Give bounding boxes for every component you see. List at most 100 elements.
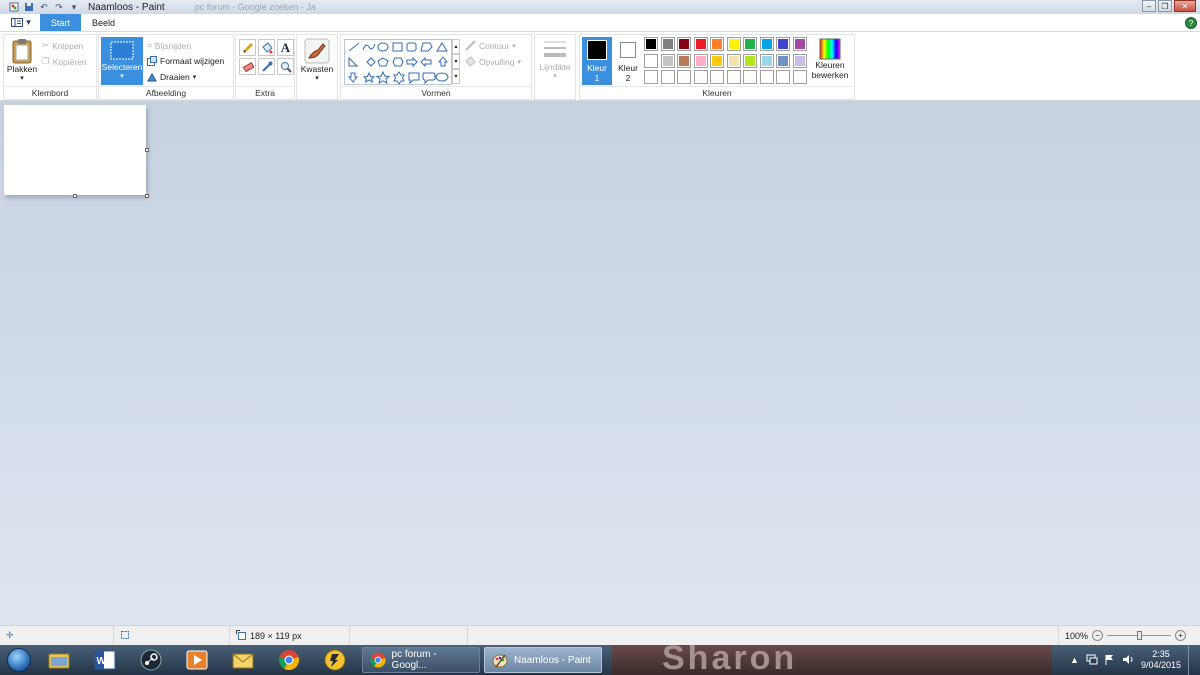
pinned-chrome[interactable] <box>266 646 312 674</box>
redo-icon[interactable]: ↷ <box>53 2 65 13</box>
minimize-button[interactable]: – <box>1142 0 1156 12</box>
canvas-workspace[interactable] <box>0 101 1200 625</box>
paint-icon <box>492 654 508 668</box>
flag-icon[interactable] <box>1105 654 1115 667</box>
palette-swatch[interactable] <box>726 53 741 68</box>
resize-handle-corner[interactable] <box>145 194 149 198</box>
scroll-down-icon[interactable]: ▾ <box>452 54 460 69</box>
edit-colors-label-line2: bewerken <box>811 70 849 80</box>
paste-button[interactable]: Plakken ▾ <box>6 38 38 82</box>
palette-swatch[interactable] <box>660 70 675 84</box>
start-button[interactable] <box>2 646 36 674</box>
volume-icon[interactable] <box>1122 654 1134 667</box>
resize-handle-right[interactable] <box>145 148 149 152</box>
color1-button[interactable]: Kleur 1 <box>582 37 612 85</box>
palette-swatch[interactable] <box>759 70 774 84</box>
tab-start[interactable]: Start <box>40 14 82 31</box>
palette-swatch[interactable] <box>710 37 724 51</box>
right-triangle-shape-icon <box>348 56 359 67</box>
palette-swatch[interactable] <box>644 53 658 68</box>
palette-swatch[interactable] <box>660 37 675 51</box>
group-label-extra: Extra <box>236 86 294 98</box>
crop-label: Bijsnijden <box>154 40 192 51</box>
palette-swatch[interactable] <box>792 37 807 51</box>
palette-swatch[interactable] <box>693 37 708 51</box>
pinned-steam[interactable] <box>128 646 174 674</box>
help-icon[interactable]: ? <box>1185 17 1197 29</box>
fill-button[interactable]: Opvulling ▾ <box>465 56 521 67</box>
palette-swatch[interactable] <box>743 37 757 51</box>
pencil-icon[interactable] <box>239 39 256 56</box>
pinned-app-yellow[interactable] <box>312 646 358 674</box>
palette-swatch[interactable] <box>693 53 708 68</box>
group-label-klembord: Klembord <box>4 86 96 98</box>
fill-bucket-icon[interactable] <box>258 39 275 56</box>
palette-swatch[interactable] <box>743 70 757 84</box>
palette-swatch[interactable] <box>776 37 790 51</box>
crop-button[interactable]: ⌗ Bijsnijden <box>147 40 191 51</box>
brushes-button[interactable]: Kwasten ▾ <box>299 38 335 82</box>
paint-app-icon[interactable] <box>8 2 20 13</box>
palette-swatch[interactable] <box>759 53 774 68</box>
task-paint[interactable]: Naamloos - Paint <box>484 647 602 673</box>
palette-swatch[interactable] <box>693 70 708 84</box>
maximize-button[interactable]: ❐ <box>1158 0 1172 12</box>
line-width-button[interactable]: Lijndikte ▾ <box>537 38 573 80</box>
rotate-button[interactable]: Draaien ▾ <box>147 72 196 82</box>
palette-swatch[interactable] <box>776 70 790 84</box>
edit-colors-button[interactable]: Kleuren bewerken <box>808 38 852 80</box>
palette-swatch[interactable] <box>759 37 774 51</box>
show-desktop-button[interactable] <box>1188 645 1196 675</box>
palette-swatch[interactable] <box>710 70 724 84</box>
color2-button[interactable]: Kleur 2 <box>614 37 642 85</box>
palette-swatch[interactable] <box>743 53 757 68</box>
app-menu-button[interactable]: ▾ <box>2 14 40 31</box>
zoom-out-icon[interactable]: − <box>1092 630 1104 641</box>
resize-handle-bottom[interactable] <box>73 194 77 198</box>
palette-swatch[interactable] <box>644 37 658 51</box>
eraser-icon[interactable] <box>239 58 256 75</box>
select-button[interactable]: Selecteren ▾ <box>101 37 143 85</box>
mail-icon <box>232 653 254 669</box>
network-icon[interactable] <box>1086 654 1098 667</box>
palette-swatch[interactable] <box>677 70 691 84</box>
zoom-in-icon[interactable]: + <box>1175 630 1187 641</box>
color-picker-icon[interactable] <box>258 58 275 75</box>
palette-swatch[interactable] <box>644 70 658 84</box>
clock[interactable]: 2:35 9/04/2015 <box>1141 649 1181 671</box>
close-button[interactable]: ✕ <box>1174 0 1196 12</box>
pinned-mail[interactable] <box>220 646 266 674</box>
resize-button[interactable]: Formaat wijzigen <box>147 56 224 66</box>
text-icon[interactable]: A <box>277 39 294 56</box>
zoom-slider-thumb[interactable] <box>1137 631 1143 640</box>
show-hidden-icons-icon[interactable]: ▲ <box>1070 655 1079 665</box>
palette-swatch[interactable] <box>677 53 691 68</box>
pinned-explorer[interactable] <box>36 646 82 674</box>
palette-swatch[interactable] <box>660 53 675 68</box>
palette-swatch[interactable] <box>726 70 741 84</box>
palette-swatch[interactable] <box>776 53 790 68</box>
group-klembord: Plakken ▾ ✂ Knippen ❐ Kopiëren Klembord <box>3 34 97 100</box>
drawing-canvas[interactable] <box>4 105 146 195</box>
window-controls: – ❐ ✕ <box>1142 0 1196 12</box>
expand-gallery-icon[interactable]: ▾ <box>452 69 460 84</box>
pinned-media-player[interactable] <box>174 646 220 674</box>
outline-button[interactable]: Contour ▾ <box>465 40 516 51</box>
scroll-up-icon[interactable]: ▴ <box>452 39 460 54</box>
cut-button[interactable]: ✂ Knippen <box>42 40 83 51</box>
zoom-slider[interactable] <box>1107 631 1172 640</box>
customize-qat-icon[interactable]: ▾ <box>68 2 80 13</box>
undo-icon[interactable]: ↶ <box>38 2 50 13</box>
tab-beeld[interactable]: Beeld <box>81 14 126 31</box>
magnifier-icon[interactable] <box>277 58 294 75</box>
palette-swatch[interactable] <box>726 37 741 51</box>
task-chrome[interactable]: pc forum - Googl... <box>362 647 480 673</box>
palette-swatch[interactable] <box>677 37 691 51</box>
save-icon[interactable] <box>23 2 35 13</box>
palette-swatch[interactable] <box>710 53 724 68</box>
palette-swatch[interactable] <box>792 53 807 68</box>
pinned-word[interactable]: W <box>82 646 128 674</box>
palette-swatch[interactable] <box>792 70 807 84</box>
shapes-gallery[interactable] <box>344 39 452 85</box>
copy-button[interactable]: ❐ Kopiëren <box>42 56 87 67</box>
